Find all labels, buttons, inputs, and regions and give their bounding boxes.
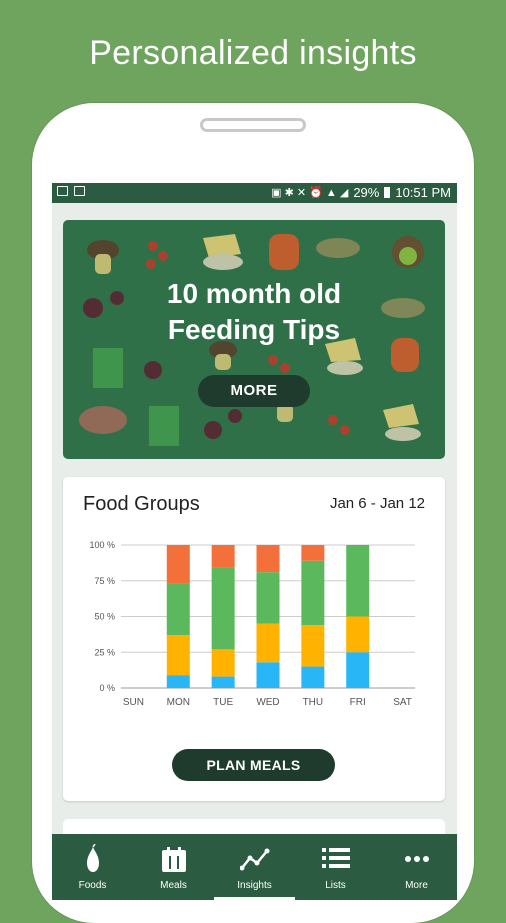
y-tick-label: 100 % xyxy=(89,540,115,550)
x-tick-label: THU xyxy=(303,697,324,708)
feeding-tips-banner[interactable]: 10 month old Feeding Tips MORE xyxy=(63,220,445,459)
pear-icon xyxy=(86,844,99,872)
trend-line-icon xyxy=(239,848,269,871)
bar-segment-thu-1 xyxy=(301,625,325,667)
battery-percent: 29% xyxy=(353,185,380,200)
bar-segment-fri-1 xyxy=(346,616,370,653)
screen-icon xyxy=(57,186,68,196)
nav-label: More xyxy=(405,880,428,891)
bar-segment-wed-3 xyxy=(256,545,280,573)
notification-icons: ▣ ✱ ✕ ⏰ ▲ ◢ xyxy=(271,187,349,199)
nav-label: Meals xyxy=(160,880,187,891)
bar-segment-wed-2 xyxy=(256,572,280,624)
food-groups-chart: 0 % 25 % 50 % 75 % 100 % SUN MON TUE WED THU FRI SA… xyxy=(89,540,415,708)
battery-icon xyxy=(384,187,391,198)
food-groups-card: Food Groups Jan 6 - Jan 12 0 % 25 % 50 % 75… xyxy=(63,477,445,801)
clock: 10:51 PM xyxy=(395,185,451,200)
bar-segment-mon-0 xyxy=(166,675,190,688)
bar-segment-fri-2 xyxy=(346,545,370,617)
y-tick-label: 0 % xyxy=(99,683,115,693)
plan-meals-button[interactable]: PLAN MEALS xyxy=(172,749,335,781)
x-tick-label: SAT xyxy=(393,697,412,708)
nav-meals[interactable]: Meals xyxy=(133,834,214,900)
bar-segment-wed-1 xyxy=(256,623,280,663)
bar-segment-thu-0 xyxy=(301,666,325,688)
x-tick-label: SUN xyxy=(123,697,144,708)
banner-title-line2: Feeding Tips xyxy=(167,314,341,345)
x-tick-label: FRI xyxy=(350,697,366,708)
more-dots-icon xyxy=(404,856,429,862)
banner-title-line1: 10 month old xyxy=(166,278,342,309)
bar-segment-mon-2 xyxy=(166,583,190,636)
image-icon xyxy=(74,186,85,196)
bar-segment-tue-3 xyxy=(211,545,235,568)
calendar-fork-icon xyxy=(161,847,186,872)
x-tick-label: WED xyxy=(256,697,279,708)
x-tick-label: TUE xyxy=(213,697,233,708)
card-title: Food Groups xyxy=(83,493,200,515)
app-screen: ▣ ✱ ✕ ⏰ ▲ ◢ 29% 10:51 PM 10 month old Fe… xyxy=(52,183,457,900)
bar-segment-tue-0 xyxy=(211,676,235,688)
bar-segment-mon-3 xyxy=(166,545,190,584)
y-tick-label: 75 % xyxy=(94,576,115,586)
nav-label: Insights xyxy=(237,880,272,891)
y-tick-label: 25 % xyxy=(94,647,115,657)
bar-segment-tue-2 xyxy=(211,567,235,650)
nav-lists[interactable]: Lists xyxy=(295,834,376,900)
y-tick-label: 50 % xyxy=(94,612,115,622)
more-button[interactable]: MORE xyxy=(198,375,310,407)
bottom-navigation: Foods Meals Insights Lists More xyxy=(52,834,457,900)
bar-segment-fri-0 xyxy=(346,652,370,688)
bar-segment-tue-1 xyxy=(211,649,235,677)
nav-foods[interactable]: Foods xyxy=(52,834,133,900)
promo-headline: Personalized insights xyxy=(89,34,417,72)
date-range[interactable]: Jan 6 - Jan 12 xyxy=(330,495,425,512)
x-tick-label: MON xyxy=(167,697,190,708)
nav-more[interactable]: More xyxy=(376,834,457,900)
phone-speaker xyxy=(200,118,306,132)
bar-segment-mon-1 xyxy=(166,635,190,676)
banner-title: 10 month old Feeding Tips xyxy=(63,276,445,348)
bar-segment-wed-0 xyxy=(256,662,280,688)
nav-label: Foods xyxy=(78,880,107,891)
status-bar: ▣ ✱ ✕ ⏰ ▲ ◢ 29% 10:51 PM xyxy=(52,183,457,203)
list-icon xyxy=(321,848,350,868)
bar-segment-thu-3 xyxy=(301,545,325,561)
nav-label: Lists xyxy=(325,880,346,891)
bar-segment-thu-2 xyxy=(301,560,325,626)
nav-insights[interactable]: Insights xyxy=(214,834,295,900)
